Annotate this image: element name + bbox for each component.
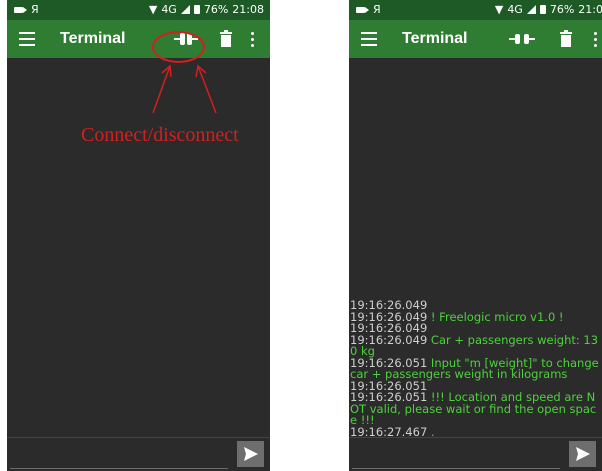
send-icon [576,447,590,461]
app-title: Terminal [402,30,468,47]
wifi-icon: ▼ [494,3,504,16]
signal-icon [526,5,536,14]
app-toolbar: Terminal [349,20,602,58]
disconnected-icon [509,34,535,44]
clear-button[interactable] [560,30,572,48]
log-line: 19:16:26.049 Car + passengers weight: 13… [350,334,602,358]
log-message: ! Freelogic micro v1.0 ! [427,309,564,324]
battery-label: 76% [549,3,575,16]
annotation-label: Connect/disconnect [81,124,239,146]
terminal-output: 19:16:26.049 19:16:26.049 ! Freelogic mic… [349,58,602,438]
battery-icon [539,5,546,14]
video-camera-icon [356,6,369,13]
network-label: 4G [507,3,523,16]
log-line: 19:16:26.051 !!! Location and speed are … [350,391,602,427]
connect-button[interactable] [507,30,537,48]
send-text-input[interactable] [352,442,560,469]
send-button[interactable] [569,441,596,467]
right-phone-screen: Я ▼ 4G 76% 21:07 Terminal [349,0,602,471]
menu-button[interactable] [361,32,377,46]
status-bar: Я ▼ 4G 76% 21:07 [349,0,602,20]
log-line: 19:16:26.051 Input "m [weight]" to chang… [350,357,602,381]
log-message: . [427,424,435,438]
input-bar [349,437,602,471]
carrier-label: Я [373,3,381,16]
clock-label: 21:07 [578,3,602,16]
more-options-button[interactable] [594,32,598,48]
terminal-log: 19:16:26.049 19:16:26.049 ! Freelogic mic… [350,299,602,438]
trash-icon [560,30,572,47]
log-timestamp: 19:16:27.467 [350,424,428,438]
